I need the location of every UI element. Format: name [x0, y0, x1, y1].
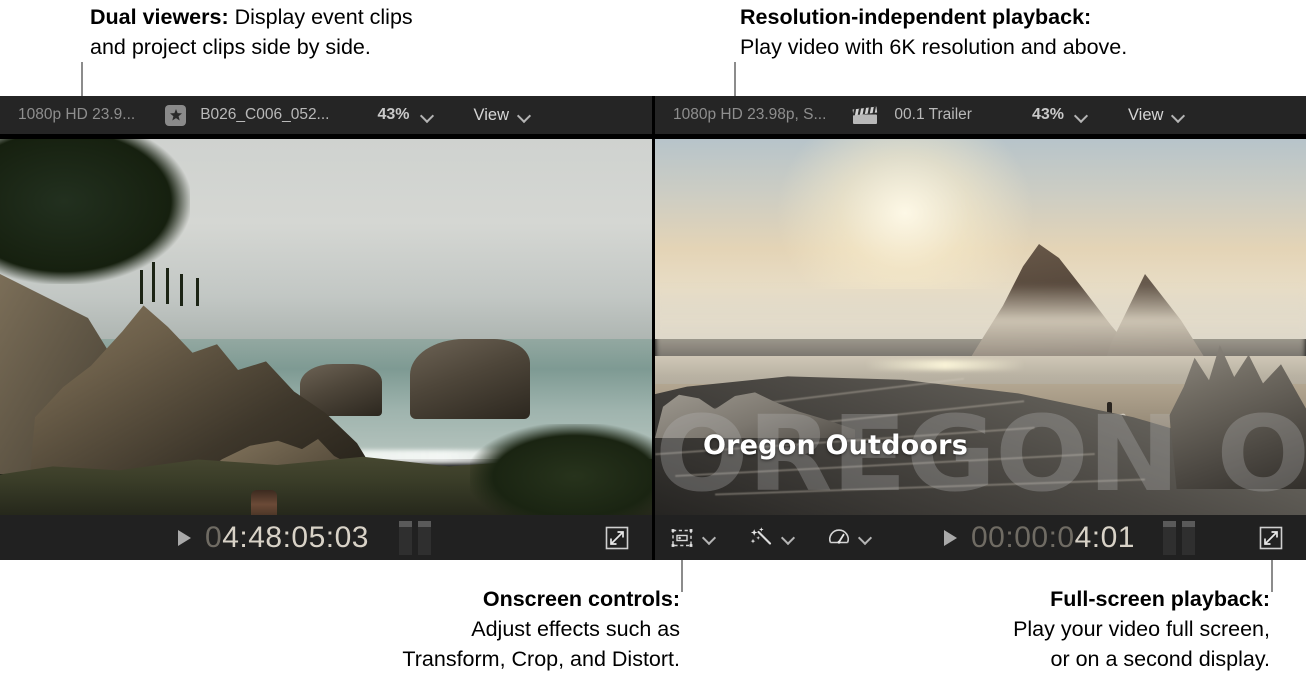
- star-icon-glyph: [169, 109, 182, 121]
- project-timecode-dim: 00:00:0: [971, 520, 1075, 554]
- scene-sea-stack-far-right: [410, 339, 530, 419]
- callout-dual-viewers: Dual viewers: Display event clips and pr…: [90, 2, 413, 62]
- callout-resolution-title: Resolution-independent playback:: [740, 2, 1127, 32]
- scene-mist: [655, 284, 1306, 364]
- chevron-down-icon[interactable]: [518, 109, 531, 122]
- project-name[interactable]: 00.1 Trailer: [894, 106, 972, 124]
- leader-line-fullscreen: [1271, 560, 1273, 592]
- expand-diagonal-icon[interactable]: [1258, 525, 1284, 551]
- chevron-down-icon[interactable]: [703, 531, 716, 544]
- callout-dual-viewers-line2: and project clips side by side.: [90, 35, 371, 59]
- retime-speedometer-icon: [829, 528, 849, 544]
- project-viewer-toolbar: 1080p HD 23.98p, S... 00.1 Trailer 43% V…: [655, 96, 1306, 134]
- transform-crop-icon: [671, 528, 693, 547]
- project-zoom-level[interactable]: 43%: [1032, 106, 1064, 124]
- event-view-button[interactable]: View: [474, 106, 509, 125]
- clapperboard-icon-glyph: [852, 106, 878, 124]
- callout-onscreen-line3: Transform, Crop, and Distort.: [402, 647, 680, 671]
- event-viewer-toolbar: 1080p HD 23.9... B026_C006_052... 43% Vi…: [0, 96, 652, 134]
- project-viewer: 1080p HD 23.98p, S... 00.1 Trailer 43% V…: [655, 96, 1306, 560]
- audio-meter-left: [1162, 520, 1176, 555]
- leader-line-onscreen-controls: [681, 560, 683, 592]
- scene-tree-spire: [196, 278, 199, 306]
- foreground-title-text: Oregon Outdoors: [703, 430, 968, 461]
- play-triangle-icon[interactable]: [178, 529, 191, 546]
- event-viewer-video[interactable]: [0, 134, 652, 515]
- scene-sun-reflection: [865, 360, 1025, 370]
- play-triangle-icon[interactable]: [944, 529, 957, 546]
- star-icon[interactable]: [165, 104, 187, 126]
- leader-line-dual-viewers: [81, 62, 83, 98]
- audio-meter-left: [398, 520, 412, 555]
- callout-fullscreen-title: Full-screen playback:: [866, 584, 1270, 614]
- leader-line-resolution: [734, 62, 736, 98]
- callout-dual-viewers-line1-rest: Display event clips: [228, 5, 413, 29]
- event-timecode[interactable]: 04:48:05:03: [205, 521, 369, 555]
- callout-resolution-title-text: Resolution-independent playback:: [740, 5, 1092, 29]
- letterbox-bar: [655, 134, 1306, 139]
- expand-diagonal-icon-glyph: [605, 526, 629, 549]
- chevron-down-icon[interactable]: [421, 109, 434, 122]
- callout-dual-viewers-title: Dual viewers:: [90, 5, 229, 29]
- callout-resolution-line2: Play video with 6K resolution and above.: [740, 35, 1128, 59]
- retime-button[interactable]: [827, 526, 872, 550]
- transform-crop-button[interactable]: [670, 526, 716, 550]
- callout-fullscreen-title-text: Full-screen playback:: [1050, 587, 1270, 611]
- clapperboard-icon[interactable]: [852, 106, 878, 125]
- event-audio-meters[interactable]: [398, 520, 431, 555]
- chevron-down-icon[interactable]: [782, 531, 795, 544]
- expand-diagonal-icon-glyph: [1259, 526, 1283, 549]
- callout-onscreen-title-text: Onscreen controls:: [482, 587, 680, 611]
- scene-person-walking: [251, 490, 277, 515]
- viewers-window: 1080p HD 23.9... B026_C006_052... 43% Vi…: [0, 96, 1306, 560]
- project-viewer-transport: 00:00:04:01: [655, 515, 1306, 560]
- project-viewer-video[interactable]: OREGON OUTDOORS Oregon Outdoors: [655, 134, 1306, 515]
- expand-diagonal-icon[interactable]: [604, 525, 630, 551]
- project-view-button[interactable]: View: [1128, 106, 1163, 125]
- letterbox-bar: [0, 134, 652, 139]
- callout-onscreen-line2: Adjust effects such as: [471, 617, 680, 641]
- event-viewer-transport: 04:48:05:03: [0, 515, 652, 560]
- scene-fern: [470, 424, 652, 515]
- effects-wand-icon: [750, 526, 772, 545]
- event-zoom-level[interactable]: 43%: [377, 106, 409, 124]
- screenshot-root: Dual viewers: Display event clips and pr…: [0, 0, 1306, 694]
- scene-sun-glow: [775, 134, 1035, 289]
- event-timecode-bright: 4:48:05:03: [222, 520, 369, 554]
- chevron-down-icon[interactable]: [1075, 109, 1088, 122]
- callout-fullscreen-line2: Play your video full screen,: [1013, 617, 1270, 641]
- chevron-down-icon[interactable]: [859, 531, 872, 544]
- event-viewer: 1080p HD 23.9... B026_C006_052... 43% Vi…: [0, 96, 652, 560]
- project-timecode[interactable]: 00:00:04:01: [971, 521, 1135, 555]
- project-audio-meters[interactable]: [1162, 520, 1195, 555]
- event-format-info: 1080p HD 23.9...: [18, 106, 136, 123]
- callout-dual-viewers-line1: Dual viewers: Display event clips: [90, 2, 413, 32]
- audio-meter-right: [1181, 520, 1195, 555]
- effects-button[interactable]: [748, 526, 795, 550]
- callout-onscreen-controls: Onscreen controls: Adjust effects such a…: [306, 584, 680, 674]
- project-format-info: 1080p HD 23.98p, S...: [673, 106, 827, 123]
- chevron-down-icon[interactable]: [1172, 109, 1185, 122]
- audio-meter-right: [417, 520, 431, 555]
- callout-resolution-independent: Resolution-independent playback: Play vi…: [740, 2, 1127, 62]
- callout-onscreen-title: Onscreen controls:: [306, 584, 680, 614]
- event-clip-name[interactable]: B026_C006_052...: [200, 106, 329, 124]
- project-timecode-bright: 4:01: [1074, 520, 1135, 554]
- callout-fullscreen-playback: Full-screen playback: Play your video fu…: [866, 584, 1270, 674]
- callout-fullscreen-line3: or on a second display.: [1050, 647, 1270, 671]
- event-timecode-dim: 0: [205, 520, 223, 554]
- scene-tree-canopy: [0, 134, 190, 284]
